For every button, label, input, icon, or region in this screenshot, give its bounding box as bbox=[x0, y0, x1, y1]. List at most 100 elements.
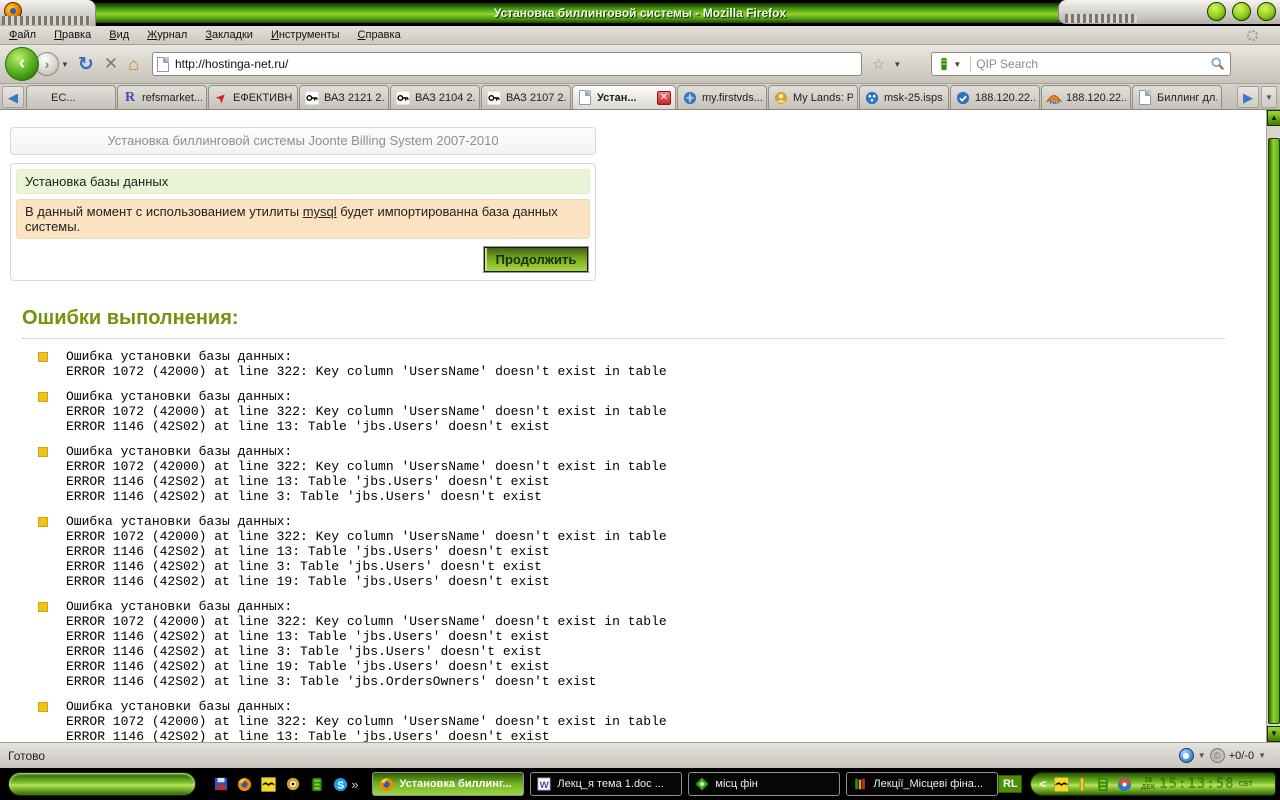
page-icon bbox=[1137, 90, 1153, 106]
tab[interactable]: msk-25.isps... bbox=[859, 85, 949, 109]
tab[interactable]: ВАЗ 2107 2... bbox=[481, 85, 571, 109]
menu-item[interactable]: Закладки bbox=[196, 27, 262, 43]
counter-dropdown-icon[interactable]: ▼ bbox=[1258, 751, 1266, 760]
errors-heading: Ошибки выполнения: bbox=[22, 307, 1266, 330]
minimize-button[interactable] bbox=[1207, 2, 1226, 21]
language-indicator[interactable]: RL bbox=[998, 775, 1022, 793]
error-line: ERROR 1146 (42S02) at line 13: Table 'jb… bbox=[66, 419, 1266, 434]
stop-button[interactable]: ✕ bbox=[104, 54, 118, 74]
mysql-link[interactable]: mysql bbox=[303, 204, 337, 219]
skype-quicklaunch-icon[interactable]: S bbox=[332, 776, 349, 793]
close-button[interactable] bbox=[1257, 2, 1276, 21]
menu-item[interactable]: Журнал bbox=[138, 27, 196, 43]
search-placeholder[interactable]: QIP Search bbox=[976, 57, 1211, 71]
task-button[interactable]: місц фін bbox=[688, 772, 840, 796]
bullet-icon bbox=[38, 447, 48, 457]
start-button[interactable] bbox=[8, 772, 196, 796]
history-dropdown-icon[interactable]: ▼ bbox=[61, 60, 69, 69]
tab-label: ВАЗ 2104 2... bbox=[415, 92, 475, 104]
zipper-decoration bbox=[1065, 14, 1137, 23]
vertical-scrollbar[interactable]: ▲ ▼ bbox=[1266, 110, 1280, 742]
menu-item[interactable]: Файл bbox=[0, 27, 45, 43]
maximize-button[interactable] bbox=[1232, 2, 1251, 21]
search-engine-dropdown-icon[interactable]: ▼ bbox=[953, 60, 961, 69]
bullet-icon bbox=[38, 517, 48, 527]
scrollbar-thumb[interactable] bbox=[1268, 138, 1280, 724]
sphere-tray-icon[interactable] bbox=[1116, 776, 1132, 792]
tab[interactable]: ВАЗ 2121 2... bbox=[299, 85, 389, 109]
menu-item[interactable]: Вид bbox=[100, 27, 138, 43]
error-line: ERROR 1146 (42S02) at line 3: Table 'jbs… bbox=[66, 559, 1266, 574]
tab-label: refsmarket... bbox=[142, 92, 202, 104]
scroll-tabs-left-button[interactable]: ◀ bbox=[2, 86, 24, 108]
tab-label: ЕС... bbox=[51, 92, 111, 104]
tab[interactable]: my.firstvds.... bbox=[677, 85, 767, 109]
error-block-title: Ошибка установки базы данных: bbox=[66, 699, 1266, 714]
menu-bar: ФайлПравкаВидЖурналЗакладкиИнструментыСп… bbox=[0, 26, 1280, 45]
tray-collapse-button[interactable]: < bbox=[1039, 777, 1046, 791]
scroll-tabs-right-button[interactable]: ▶ bbox=[1237, 86, 1259, 108]
extension-dropdown-icon[interactable]: ▼ bbox=[1198, 751, 1206, 760]
qip-search-engine-icon[interactable] bbox=[937, 57, 951, 71]
tab[interactable]: 188.120.22... bbox=[950, 85, 1040, 109]
tab[interactable]: ВАЗ 2104 2... bbox=[390, 85, 480, 109]
tab[interactable]: ЕС... bbox=[26, 85, 116, 109]
tab-label: ВАЗ 2121 2... bbox=[324, 92, 384, 104]
check-icon bbox=[955, 90, 971, 106]
task-button[interactable]: Лекції_Місцеві фіна... bbox=[846, 772, 998, 796]
pma-icon: PMA bbox=[1046, 90, 1062, 106]
magnifier-icon[interactable] bbox=[1211, 57, 1225, 71]
bat-quicklaunch-icon[interactable] bbox=[260, 776, 277, 793]
dots-icon bbox=[864, 90, 880, 106]
tab-active[interactable]: Устан...✕ bbox=[572, 85, 676, 109]
continue-button[interactable]: Продолжить bbox=[484, 247, 588, 272]
tab[interactable]: PMA188.120.22... bbox=[1041, 85, 1131, 109]
tab-label: ЕФЕКТИВН... bbox=[233, 92, 293, 104]
divider bbox=[970, 56, 971, 72]
floppy-quicklaunch-icon[interactable] bbox=[212, 776, 229, 793]
titlebar-right-cap bbox=[1058, 0, 1280, 24]
reload-button[interactable]: ↻ bbox=[78, 53, 94, 76]
task-button-active[interactable]: Установка биллинг... bbox=[372, 772, 524, 796]
tab[interactable]: Биллинг дл... bbox=[1132, 85, 1222, 109]
menu-item[interactable]: Инструменты bbox=[262, 27, 349, 43]
scroll-up-button[interactable]: ▲ bbox=[1267, 110, 1280, 126]
task-button[interactable]: WЛекц_я тема 1.doc ... bbox=[530, 772, 682, 796]
url-bar[interactable]: http://hostinga-net.ru/ bbox=[152, 52, 862, 76]
yellowbar-tray-icon[interactable] bbox=[1074, 776, 1090, 792]
error-line: ERROR 1146 (42S02) at line 13: Table 'jb… bbox=[66, 474, 1266, 489]
quick-launch-overflow-button[interactable]: » bbox=[351, 777, 358, 792]
navigation-toolbar: ‹ › ▼ ↻ ✕ ⌂ http://hostinga-net.ru/ ☆ ▼ … bbox=[0, 45, 1280, 84]
tab-label: My Lands: P... bbox=[793, 92, 853, 104]
home-button[interactable]: ⌂ bbox=[128, 54, 139, 75]
qip-tray-icon[interactable] bbox=[1095, 776, 1111, 792]
key-icon bbox=[486, 90, 502, 106]
menu-item[interactable]: Правка bbox=[45, 27, 100, 43]
clock-time: 15:13:58 bbox=[1159, 776, 1234, 792]
tab-close-button[interactable]: ✕ bbox=[657, 91, 671, 105]
firefox-icon bbox=[378, 776, 394, 792]
qip-quicklaunch-icon[interactable] bbox=[308, 776, 325, 793]
installer-header: Установка биллинговой системы Joonte Bil… bbox=[10, 127, 596, 155]
bat-tray-icon[interactable] bbox=[1053, 776, 1069, 792]
globe-icon[interactable]: ◍ bbox=[1210, 748, 1225, 763]
system-tray: < 18ДЕК 15:13:58 СБТ bbox=[1030, 772, 1276, 796]
extension-balloon-icon[interactable] bbox=[1179, 748, 1194, 763]
firefox-quicklaunch-icon[interactable] bbox=[236, 776, 253, 793]
error-list: Ошибка установки базы данных:ERROR 1072 … bbox=[0, 349, 1266, 742]
error-line: ERROR 1072 (42000) at line 322: Key colu… bbox=[66, 714, 1266, 729]
page-icon bbox=[577, 90, 593, 106]
menu-item[interactable]: Справка bbox=[349, 27, 410, 43]
eye-quicklaunch-icon[interactable] bbox=[284, 776, 301, 793]
back-button[interactable]: ‹ bbox=[5, 47, 39, 81]
search-box[interactable]: ▼ QIP Search bbox=[931, 52, 1231, 76]
bookmark-star-icon[interactable]: ☆ bbox=[872, 55, 885, 73]
bookmark-dropdown-icon[interactable]: ▼ bbox=[893, 60, 901, 69]
url-text[interactable]: http://hostinga-net.ru/ bbox=[175, 57, 857, 71]
tab[interactable]: ➤ЕФЕКТИВН... bbox=[208, 85, 298, 109]
scroll-down-button[interactable]: ▼ bbox=[1267, 726, 1280, 742]
list-all-tabs-button[interactable]: ▼ bbox=[1261, 86, 1277, 108]
tab[interactable]: My Lands: P... bbox=[768, 85, 858, 109]
r-letter-icon: R bbox=[122, 90, 138, 106]
tab[interactable]: Rrefsmarket... bbox=[117, 85, 207, 109]
